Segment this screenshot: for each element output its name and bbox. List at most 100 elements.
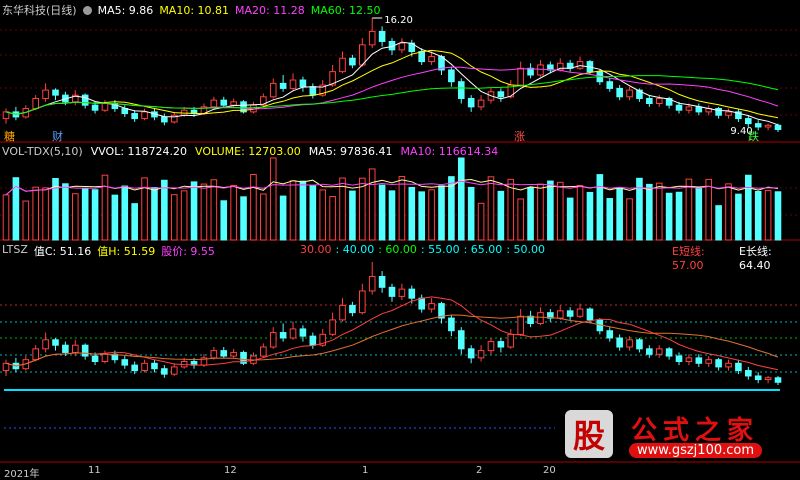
ltsz-candle-body-10 <box>101 353 109 362</box>
signal-marker-2: 涨 <box>514 130 525 143</box>
volume-bar-27 <box>269 157 277 241</box>
volume-bar-55 <box>547 180 554 241</box>
ltsz-candle-body-29 <box>289 328 297 339</box>
ltsz-candle-body-12 <box>121 359 129 366</box>
candle-body-21 <box>210 99 218 108</box>
ltsz-candle-body-27 <box>269 332 277 348</box>
ltsz-candle-body-31 <box>309 335 317 346</box>
ltsz-candle-body-37 <box>368 275 376 292</box>
candle-body-31 <box>309 86 317 96</box>
ltsz-candle-body-77 <box>764 377 772 381</box>
ma-label-3: MA60: 12.50 <box>310 3 381 17</box>
volume-bar-28 <box>279 195 287 241</box>
candle-body-14 <box>141 111 148 120</box>
volume-bar-22 <box>220 200 228 241</box>
ltsz-candle-body-15 <box>151 362 158 370</box>
volume-bar-78 <box>774 191 782 241</box>
candle-body-36 <box>359 44 366 66</box>
candle-body-50 <box>497 91 505 98</box>
ltsz-candle-body-64 <box>636 339 643 350</box>
ltsz-candle-body-62 <box>616 337 623 348</box>
volume-bar-61 <box>606 198 614 241</box>
ltsz-level-0: 30.00 <box>300 243 332 256</box>
ltsz-candle-body-40 <box>398 288 406 297</box>
volume-bar-60 <box>596 174 604 241</box>
ltsz-long-line <box>5 314 779 367</box>
volume-bar-16 <box>161 179 168 241</box>
volume-bar-48 <box>477 202 485 241</box>
ltsz-legend-items: LTSZ 值C: 51.16 值H: 51.59 股价: 9.55 <box>2 243 215 259</box>
volume-bar-0 <box>2 194 10 241</box>
ma-label-2: MA20: 11.28 <box>235 3 305 17</box>
volume-bar-59 <box>586 191 594 241</box>
volume-bar-31 <box>309 184 317 241</box>
candle-body-38 <box>378 30 386 42</box>
candle-body-16 <box>161 116 168 123</box>
vol-label-0: VOL-TDX(5,10) <box>2 145 83 158</box>
ltsz-candle-body-14 <box>141 362 148 372</box>
volume-bar-43 <box>428 189 435 241</box>
volume-panel <box>2 157 782 241</box>
ltsz-candle-body-34 <box>339 304 346 321</box>
volume-bar-42 <box>418 191 425 241</box>
ltsz-candle-body-46 <box>457 330 465 350</box>
x-tick-label-4: 2 <box>476 465 483 476</box>
volume-bar-30 <box>299 180 307 241</box>
volume-bar-70 <box>695 186 703 241</box>
volume-bar-7 <box>71 193 79 241</box>
ltsz-candle-body-69 <box>685 357 693 362</box>
volume-bar-65 <box>646 183 653 241</box>
volume-bar-39 <box>388 190 396 241</box>
ltsz-level-5: : 50.00 <box>506 243 546 256</box>
stock-chart: 16.209.40糖财涨跌 <box>0 15 800 463</box>
ltsz-candle-body-3 <box>32 348 39 361</box>
candle-body-61 <box>606 81 614 89</box>
volume-bar-68 <box>675 191 683 241</box>
ltsz-candle-body-45 <box>448 317 455 332</box>
candle-body-78 <box>774 124 782 130</box>
volume-bar-58 <box>576 185 584 241</box>
volume-bar-53 <box>527 187 534 241</box>
ltsz-levels: 30.00: 40.00: 60.00: 55.00: 65.00: 50.00 <box>300 243 545 256</box>
ltsz-candle-body-68 <box>675 355 683 362</box>
ltsz-candle-body-67 <box>665 348 673 357</box>
volume-bar-3 <box>32 186 39 241</box>
ltsz-candle-body-71 <box>705 359 713 364</box>
volume-bar-77 <box>764 190 772 241</box>
candle-body-63 <box>626 89 633 98</box>
logo-text: 公式之家 <box>631 416 760 446</box>
volume-bar-44 <box>438 185 445 241</box>
volume-bar-35 <box>349 190 356 241</box>
volume-bar-8 <box>81 187 89 241</box>
ltsz-candle-body-70 <box>695 357 703 364</box>
volume-bar-49 <box>487 176 495 241</box>
volume-bar-6 <box>62 183 69 241</box>
candle-body-46 <box>457 81 465 99</box>
ltsz-candle-body-78 <box>774 377 782 383</box>
ltsz-candle-body-51 <box>507 333 515 348</box>
volume-bar-67 <box>665 192 673 241</box>
signal-marker-1: 财 <box>52 129 63 143</box>
ltsz-candle-body-8 <box>81 344 89 357</box>
vol-label-2: VOLUME: 12703.00 <box>195 145 301 158</box>
candle-body-3 <box>32 97 39 110</box>
volume-bar-52 <box>517 198 524 241</box>
volume-bar-54 <box>537 183 544 241</box>
ltsz-candle-body-54 <box>537 312 544 325</box>
volume-bar-63 <box>626 198 633 241</box>
ltsz-legend: LTSZ 值C: 51.16 值H: 51.59 股价: 9.55 <box>2 243 215 259</box>
volume-legend-items: VOL-TDX(5,10) VVOL: 118724.20 VOLUME: 1270… <box>2 145 498 158</box>
vol-label-4: MA10: 116614.34 <box>400 145 499 158</box>
settings-icon[interactable] <box>82 5 92 15</box>
candle-body-72 <box>715 108 722 116</box>
volume-bar-62 <box>616 187 623 241</box>
ltsz-level-1: : 40.00 <box>335 243 375 256</box>
x-tick-label-1: 11 <box>88 465 101 476</box>
volume-bar-15 <box>151 187 158 241</box>
candle-body-42 <box>418 51 425 63</box>
ltsz-candle-body-72 <box>715 359 722 368</box>
ltsz-right-label-0: E短线: 57.00 <box>672 245 705 272</box>
ltsz-candle-body-36 <box>359 290 366 314</box>
candle-body-69 <box>685 106 693 111</box>
ltsz-candle-body-49 <box>487 341 495 352</box>
